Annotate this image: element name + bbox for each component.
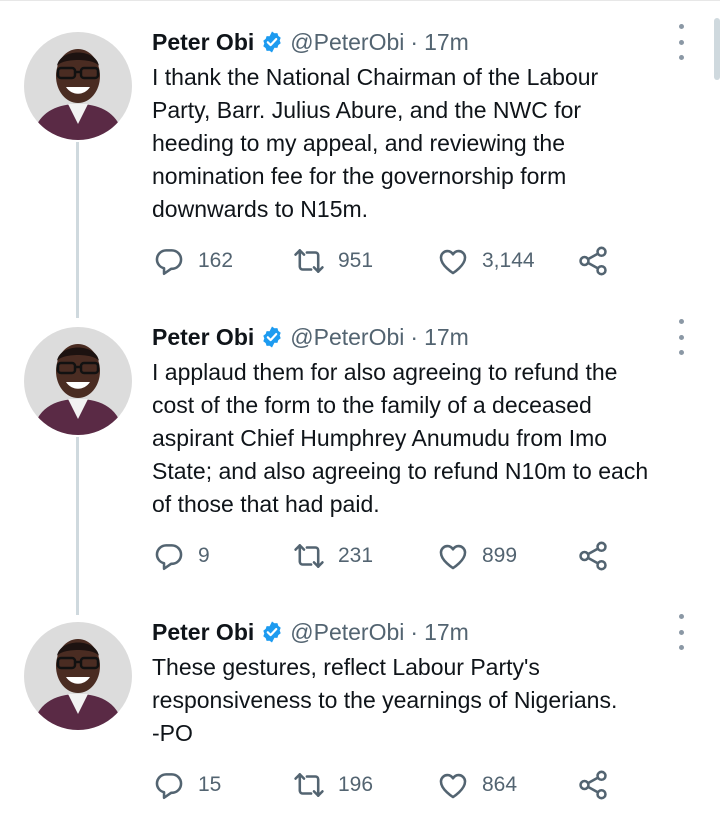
reply-count: 162 [198,249,234,272]
tweet-text: I thank the National Chairman of the Lab… [152,64,599,222]
tweet-actions: 9 231 899 [152,539,632,573]
avatar-image [24,327,132,435]
like-count: 3,144 [482,249,535,272]
tweet-text: These gestures, reflect Labour Party's r… [152,654,618,746]
more-options-icon[interactable] [672,319,690,355]
retweet-count: 196 [338,773,374,796]
verified-badge-icon [263,31,281,53]
like-icon [439,249,467,275]
reply-button[interactable]: 9 [152,539,210,573]
share-button[interactable] [576,768,610,802]
reply-count: 9 [198,544,210,567]
reply-icon [155,544,183,571]
retweet-count: 951 [338,249,374,272]
reply-button[interactable]: 162 [152,244,233,278]
retweet-icon [294,249,324,273]
like-icon [439,544,467,570]
more-options-icon[interactable] [672,24,690,60]
reply-icon [155,249,183,276]
tweet-header: Peter Obi @PeterObi · 17m [152,317,469,357]
tweet[interactable]: Peter Obi @PeterObi · 17m I applaud them… [0,317,720,587]
separator: · [410,618,419,645]
retweet-button[interactable]: 951 [292,244,373,278]
reply-button[interactable]: 15 [152,768,221,802]
verified-badge-icon [263,621,281,643]
tweet-header: Peter Obi @PeterObi · 17m [152,22,469,62]
like-count: 864 [482,773,518,796]
tweet-actions: 15 196 864 [152,768,632,802]
retweet-icon [294,773,324,797]
like-count: 899 [482,544,518,567]
author-handle[interactable]: @PeterObi [290,619,404,646]
separator: · [410,28,419,55]
author-handle[interactable]: @PeterObi [290,324,404,351]
avatar[interactable] [24,327,132,435]
like-icon [439,773,467,799]
retweet-button[interactable]: 196 [292,768,373,802]
avatar[interactable] [24,32,132,140]
author-name[interactable]: Peter Obi [152,324,254,351]
avatar[interactable] [24,622,132,730]
like-button[interactable]: 864 [436,768,517,802]
verified-badge-icon [263,326,281,348]
author-handle[interactable]: @PeterObi [290,29,404,56]
author-name[interactable]: Peter Obi [152,29,254,56]
retweet-icon [294,544,324,568]
avatar-image [24,622,132,730]
share-button[interactable] [576,244,610,278]
like-button[interactable]: 3,144 [436,244,535,278]
share-icon [579,246,607,276]
tweet-text: I applaud them for also agreeing to refu… [152,359,649,517]
tweet[interactable]: Peter Obi @PeterObi · 17m These gestures… [0,612,720,812]
share-button[interactable] [576,539,610,573]
share-icon [579,770,607,800]
like-button[interactable]: 899 [436,539,517,573]
author-name[interactable]: Peter Obi [152,619,254,646]
reply-count: 15 [198,773,222,796]
retweet-count: 231 [338,544,374,567]
tweet-header: Peter Obi @PeterObi · 17m [152,612,469,652]
tweet-actions: 162 951 3,144 [152,244,632,278]
reply-icon [155,773,183,800]
timestamp[interactable]: 17m [424,324,469,351]
retweet-button[interactable]: 231 [292,539,373,573]
timestamp[interactable]: 17m [424,29,469,56]
separator: · [410,323,419,350]
share-icon [579,541,607,571]
timestamp[interactable]: 17m [424,619,469,646]
more-options-icon[interactable] [672,614,690,650]
top-divider [0,0,720,1]
tweet[interactable]: Peter Obi @PeterObi · 17m I thank the Na… [0,22,720,292]
avatar-image [24,32,132,140]
